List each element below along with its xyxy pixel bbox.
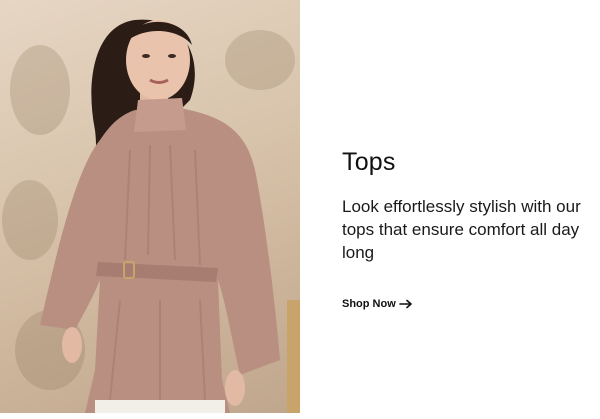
promo-banner: Tops Look effortlessly stylish with our … [0, 0, 600, 419]
arrow-right-icon [398, 299, 412, 309]
promo-description: Look effortlessly stylish with our tops … [342, 197, 581, 262]
product-image[interactable] [0, 0, 300, 413]
promo-text-panel: Tops Look effortlessly stylish with our … [300, 0, 600, 419]
shop-now-label: Shop Now [342, 298, 396, 310]
promo-title: Tops [342, 148, 396, 176]
model-illustration [2, 19, 300, 413]
shop-now-link[interactable]: Shop Now [342, 298, 413, 310]
